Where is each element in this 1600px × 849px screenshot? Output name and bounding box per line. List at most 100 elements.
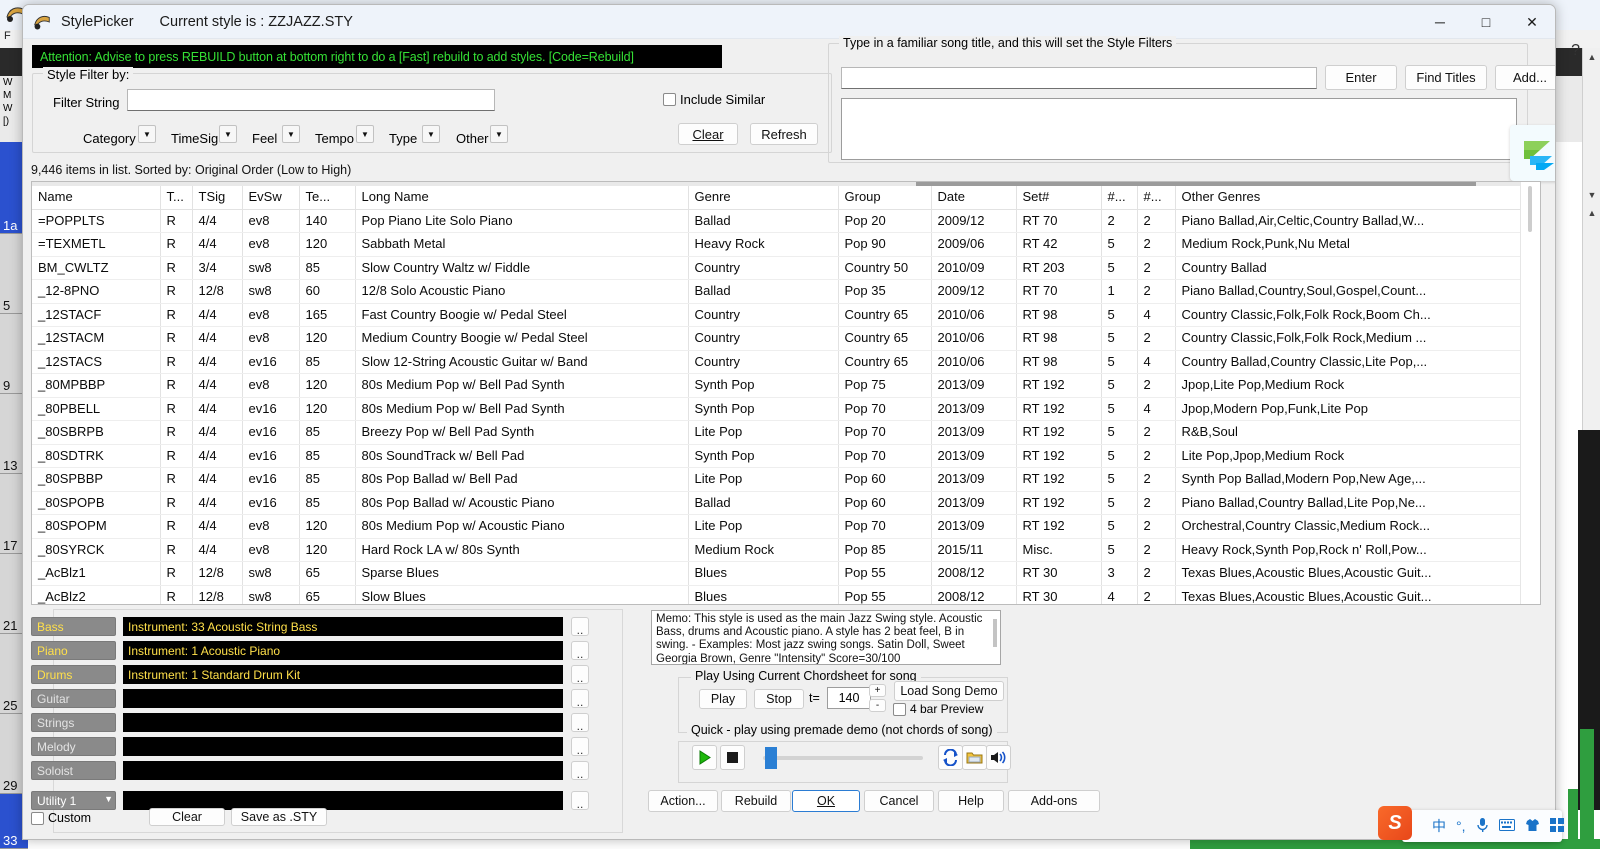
table-row[interactable]: _12STACMR4/4ev8120Medium Country Boogie … bbox=[32, 327, 1521, 351]
instrument-row-soloist[interactable]: Soloist.. bbox=[31, 761, 587, 780]
table-horizontal-scrollbar[interactable] bbox=[32, 182, 1541, 186]
instrument-value-melody[interactable] bbox=[123, 737, 563, 756]
instrument-value-drums[interactable]: Instrument: 1 Standard Drum Kit bbox=[123, 665, 563, 684]
help-button[interactable]: Help bbox=[938, 790, 1004, 812]
instrument-name-melody[interactable]: Melody bbox=[31, 737, 116, 756]
instrument-browse-soloist[interactable]: .. bbox=[571, 761, 589, 780]
minimize-button[interactable]: ─ bbox=[1417, 5, 1463, 39]
tempo-decrease-button[interactable]: - bbox=[869, 699, 886, 712]
action-button[interactable]: Action... bbox=[648, 790, 718, 812]
load-song-demo-button[interactable]: Load Song Demo bbox=[894, 681, 1004, 701]
column-header-3[interactable]: EvSw bbox=[242, 186, 299, 209]
table-row[interactable]: _12-8PNOR12/8sw86012/8 Solo Acoustic Pia… bbox=[32, 280, 1521, 304]
maximize-button[interactable]: □ bbox=[1463, 5, 1509, 39]
chevron-down-icon-category[interactable]: ▼ bbox=[138, 125, 156, 143]
rebuild-button[interactable]: Rebuild bbox=[721, 790, 791, 812]
instrument-browse-strings[interactable]: .. bbox=[571, 713, 589, 732]
ime-apps-icon[interactable] bbox=[1550, 818, 1564, 835]
four-bar-preview-checkbox[interactable] bbox=[893, 703, 906, 716]
table-header-row[interactable]: NameT...TSigEvSwTe...Long NameGenreGroup… bbox=[32, 186, 1521, 209]
snipaste-overlay-icon[interactable] bbox=[1510, 125, 1556, 181]
find-titles-button[interactable]: Find Titles bbox=[1405, 65, 1487, 90]
table-row[interactable]: _80PBELLR4/4ev1612080s Medium Pop w/ Bel… bbox=[32, 397, 1521, 421]
add-button[interactable]: Add... bbox=[1495, 65, 1556, 90]
table-row[interactable]: _12STACSR4/4ev1685Slow 12-String Acousti… bbox=[32, 350, 1521, 374]
instrument-browse-melody[interactable]: .. bbox=[571, 737, 589, 756]
custom-checkbox-row[interactable]: Custom bbox=[31, 811, 91, 825]
volume-icon[interactable] bbox=[986, 745, 1011, 770]
instrument-browse-piano[interactable]: .. bbox=[571, 641, 589, 660]
chevron-down-icon-timesig[interactable]: ▼ bbox=[219, 125, 237, 143]
clear-filter-button[interactable]: Clear bbox=[678, 123, 738, 145]
instrument-name-guitar[interactable]: Guitar bbox=[31, 689, 116, 708]
clear-instruments-button[interactable]: Clear bbox=[149, 808, 225, 826]
quick-stop-icon[interactable] bbox=[720, 745, 745, 770]
table-vertical-scroll-thumb[interactable] bbox=[1528, 186, 1532, 232]
chevron-down-icon-type[interactable]: ▼ bbox=[422, 125, 440, 143]
column-header-0[interactable]: Name bbox=[32, 186, 160, 209]
column-header-12[interactable]: Other Genres bbox=[1175, 186, 1521, 209]
chevron-down-icon-feel[interactable]: ▼ bbox=[282, 125, 300, 143]
table-row[interactable]: BM_CWLTZR3/4sw885Slow Country Waltz w/ F… bbox=[32, 256, 1521, 280]
custom-checkbox[interactable] bbox=[31, 812, 44, 825]
instrument-row-bass[interactable]: BassInstrument: 33 Acoustic String Bass.… bbox=[31, 617, 587, 636]
column-header-4[interactable]: Te... bbox=[299, 186, 355, 209]
chevron-down-icon-other[interactable]: ▼ bbox=[490, 125, 508, 143]
column-header-1[interactable]: T... bbox=[160, 186, 192, 209]
instrument-row-drums[interactable]: Drums Instrument: 1 Standard Drum Kit.. bbox=[31, 665, 587, 684]
column-header-5[interactable]: Long Name bbox=[355, 186, 688, 209]
help-icon[interactable]: ? bbox=[1571, 42, 1580, 60]
stop-button[interactable]: Stop bbox=[754, 689, 804, 709]
table-row[interactable]: _80SPOPBR4/4ev168580s Pop Ballad w/ Acou… bbox=[32, 491, 1521, 515]
table-row[interactable]: _80SBRPBR4/4ev1685Breezy Pop w/ Bell Pad… bbox=[32, 421, 1521, 445]
instrument-value-strings[interactable] bbox=[123, 713, 563, 732]
instrument-name-piano[interactable]: Piano bbox=[31, 641, 116, 660]
sogou-ime-logo-icon[interactable]: S bbox=[1378, 806, 1412, 840]
table-row[interactable]: _12STACFR4/4ev8165Fast Country Boogie w/… bbox=[32, 303, 1521, 327]
scroll-up-icon-2[interactable]: ▲ bbox=[1583, 204, 1600, 222]
quick-play-progress-slider[interactable] bbox=[763, 756, 923, 760]
table-row[interactable]: _80SPBBPR4/4ev168580s Pop Ballad w/ Bell… bbox=[32, 468, 1521, 492]
instrument-name-drums[interactable]: Drums bbox=[31, 665, 116, 684]
table-row[interactable]: _80SYRCKR4/4ev8120Hard Rock LA w/ 80s Sy… bbox=[32, 538, 1521, 562]
ime-microphone-icon[interactable] bbox=[1476, 817, 1489, 836]
tempo-value-field[interactable]: 140 bbox=[827, 687, 871, 709]
column-header-8[interactable]: Date bbox=[931, 186, 1016, 209]
instrument-row-guitar[interactable]: Guitar.. bbox=[31, 689, 587, 708]
memo-scroll-thumb[interactable] bbox=[993, 619, 997, 647]
table-row[interactable]: _AcBlz1R12/8sw865Sparse BluesBluesPop 55… bbox=[32, 562, 1521, 586]
four-bar-preview-row[interactable]: 4 bar Preview bbox=[893, 702, 983, 716]
scroll-down-icon[interactable]: ▼ bbox=[1583, 186, 1600, 204]
close-button[interactable]: ✕ bbox=[1509, 5, 1555, 39]
enter-button[interactable]: Enter bbox=[1325, 65, 1397, 90]
ime-toolbar[interactable]: 中 °, bbox=[1402, 810, 1562, 842]
refresh-button[interactable]: Refresh bbox=[750, 123, 818, 145]
play-button[interactable]: Play bbox=[699, 689, 747, 709]
column-header-7[interactable]: Group bbox=[838, 186, 931, 209]
ime-punctuation-icon[interactable]: °, bbox=[1456, 818, 1466, 834]
table-row[interactable]: =TEXMETLR4/4ev8120Sabbath MetalHeavy Roc… bbox=[32, 233, 1521, 257]
instrument-browse-drums[interactable]: .. bbox=[571, 665, 589, 684]
ime-language-icon[interactable]: 中 bbox=[1432, 816, 1446, 836]
column-header-9[interactable]: Set# bbox=[1016, 186, 1101, 209]
instrument-name-bass[interactable]: Bass bbox=[31, 617, 116, 636]
table-vertical-scrollbar[interactable] bbox=[1520, 182, 1540, 604]
table-row[interactable]: _80SDTRKR4/4ev168580s SoundTrack w/ Bell… bbox=[32, 444, 1521, 468]
quick-play-slider-thumb[interactable] bbox=[765, 747, 777, 769]
cancel-button[interactable]: Cancel bbox=[864, 790, 934, 812]
styles-table[interactable]: NameT...TSigEvSwTe...Long NameGenreGroup… bbox=[31, 181, 1541, 605]
table-row[interactable]: _AcBlz2R12/8sw865Slow BluesBluesPop 5520… bbox=[32, 585, 1521, 605]
instrument-name-strings[interactable]: Strings bbox=[31, 713, 116, 732]
table-body[interactable]: =POPPLTSR4/4ev8140Pop Piano Lite Solo Pi… bbox=[32, 209, 1521, 605]
include-similar-checkbox[interactable] bbox=[663, 93, 676, 106]
song-title-input[interactable] bbox=[841, 67, 1317, 89]
include-similar-checkbox-row[interactable]: Include Similar bbox=[663, 92, 765, 107]
column-header-6[interactable]: Genre bbox=[688, 186, 838, 209]
memo-box[interactable]: Memo: This style is used as the main Jaz… bbox=[651, 610, 1001, 665]
ime-skin-icon[interactable] bbox=[1525, 818, 1540, 835]
chevron-down-icon-tempo[interactable]: ▼ bbox=[356, 125, 374, 143]
instrument-value-piano[interactable]: Instrument: 1 Acoustic Piano bbox=[123, 641, 563, 660]
song-title-results-list[interactable] bbox=[841, 98, 1517, 160]
table-horizontal-scroll-thumb[interactable] bbox=[916, 182, 1476, 186]
instrument-name-soloist[interactable]: Soloist bbox=[31, 761, 116, 780]
